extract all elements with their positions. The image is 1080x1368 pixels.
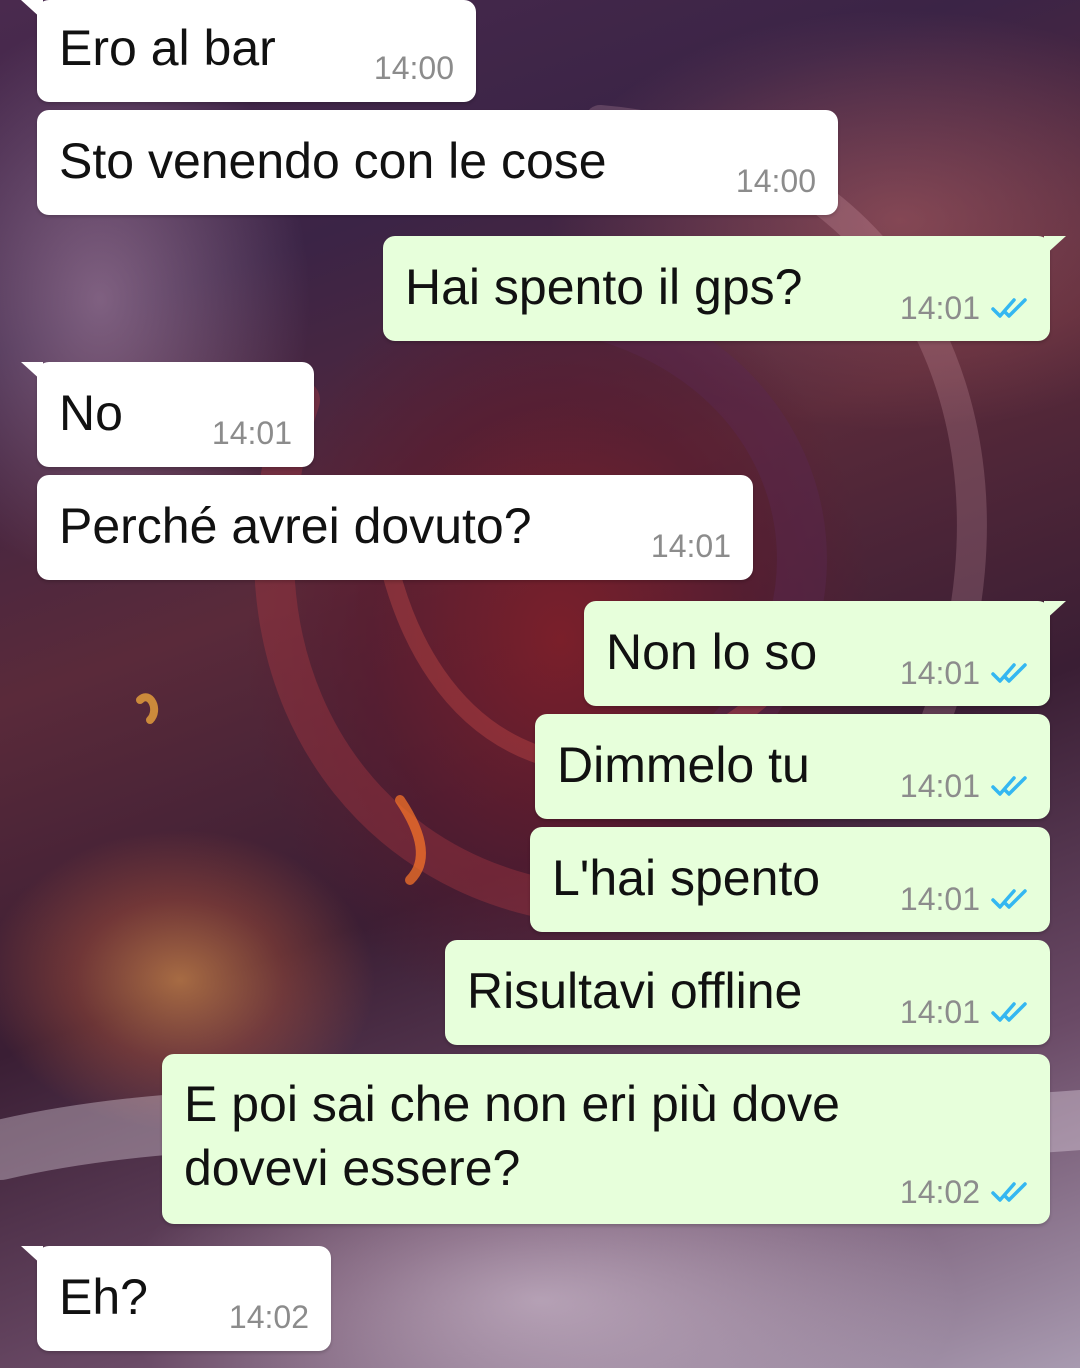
message-text: Ero al bar xyxy=(59,20,276,76)
double-check-icon xyxy=(991,298,1027,318)
message-text: L'hai spento xyxy=(552,850,821,906)
incoming-message[interactable]: No 14:01 xyxy=(21,362,314,467)
message-text: Eh? xyxy=(59,1269,148,1325)
double-check-icon xyxy=(991,889,1027,909)
message-time: 14:01 xyxy=(211,415,292,451)
message-text: No xyxy=(59,385,123,441)
incoming-message[interactable]: Perché avrei dovuto? 14:01 xyxy=(37,475,753,580)
outgoing-message[interactable]: Risultavi offline 14:01 xyxy=(445,940,1050,1045)
message-time: 14:02 xyxy=(899,1174,980,1210)
incoming-message[interactable]: Sto venendo con le cose 14:00 xyxy=(37,110,838,215)
message-time: 14:01 xyxy=(899,994,980,1030)
bubble-tail xyxy=(21,0,43,20)
message-text-line-1: E poi sai che non eri più dove xyxy=(184,1076,840,1132)
message-time: 14:01 xyxy=(650,528,731,564)
message-time: 14:01 xyxy=(899,290,980,326)
message-time: 14:01 xyxy=(899,881,980,917)
outgoing-message[interactable]: Non lo so 14:01 xyxy=(584,601,1066,706)
message-time: 14:02 xyxy=(228,1299,309,1335)
message-text: Perché avrei dovuto? xyxy=(59,498,532,554)
message-text: Risultavi offline xyxy=(467,963,803,1019)
incoming-message[interactable]: Eh? 14:02 xyxy=(21,1246,331,1351)
bubble-tail xyxy=(21,362,43,382)
outgoing-message[interactable]: E poi sai che non eri più dove dovevi es… xyxy=(162,1054,1050,1224)
outgoing-message[interactable]: Hai spento il gps? 14:01 xyxy=(383,236,1066,341)
message-text: Sto venendo con le cose xyxy=(59,133,607,189)
outgoing-message[interactable]: Dimmelo tu 14:01 xyxy=(535,714,1050,819)
double-check-icon xyxy=(991,663,1027,683)
message-time: 14:01 xyxy=(899,655,980,691)
chat-conversation: Ero al bar 14:00 Sto venendo con le cose… xyxy=(0,0,1080,1368)
message-text: Dimmelo tu xyxy=(557,737,810,793)
message-text: Hai spento il gps? xyxy=(405,259,803,315)
message-time: 14:00 xyxy=(373,50,454,86)
message-time: 14:01 xyxy=(899,768,980,804)
bubble-tail xyxy=(1044,601,1066,621)
message-text-line-2: dovevi essere? xyxy=(184,1140,521,1196)
double-check-icon xyxy=(991,1182,1027,1202)
bubble-tail xyxy=(1044,236,1066,256)
double-check-icon xyxy=(991,1002,1027,1022)
outgoing-message[interactable]: L'hai spento 14:01 xyxy=(530,827,1050,932)
bubble-tail xyxy=(21,1246,43,1266)
incoming-message[interactable]: Ero al bar 14:00 xyxy=(21,0,476,102)
message-time: 14:00 xyxy=(735,163,816,199)
message-text: Non lo so xyxy=(606,624,818,680)
double-check-icon xyxy=(991,776,1027,796)
